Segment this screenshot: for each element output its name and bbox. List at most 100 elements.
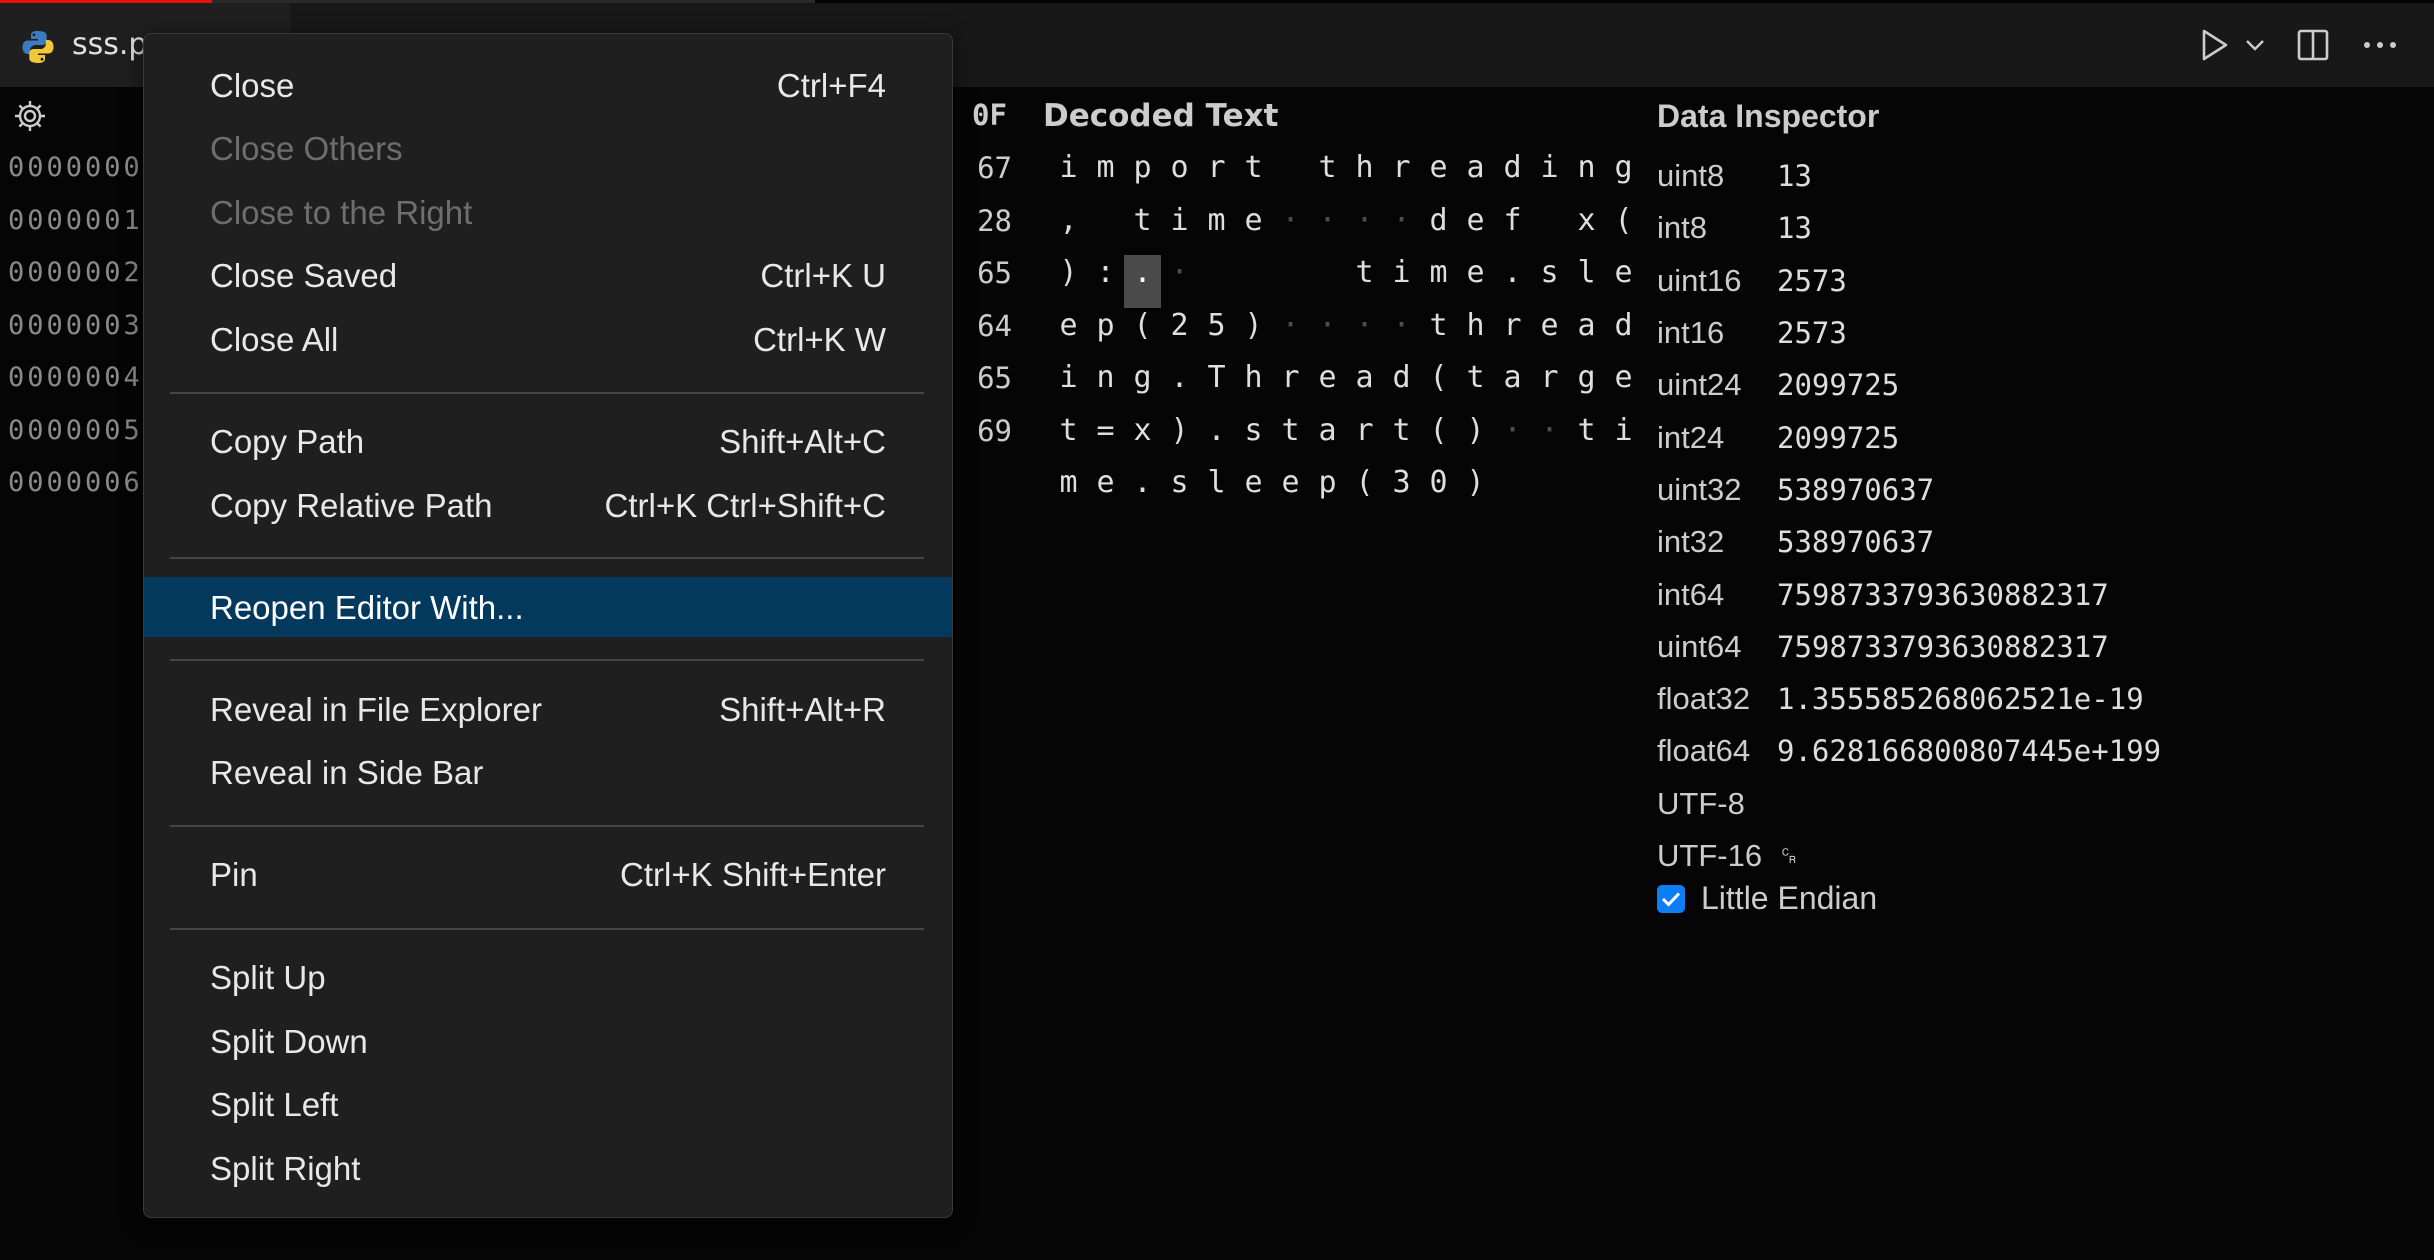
decoded-char[interactable]	[1309, 255, 1346, 308]
little-endian-toggle[interactable]: Little Endian	[1657, 880, 1877, 917]
decoded-char[interactable]: r	[1346, 413, 1383, 466]
decoded-char[interactable]	[1087, 203, 1124, 256]
inspector-value[interactable]: 13	[1777, 159, 1812, 193]
decoded-char[interactable]: )	[1457, 413, 1494, 466]
decoded-char[interactable]: p	[1087, 308, 1124, 361]
decoded-char[interactable]: ·	[1309, 203, 1346, 256]
decoded-char[interactable]: r	[1272, 360, 1309, 413]
decoded-char[interactable]: g	[1568, 360, 1605, 413]
hex-byte[interactable]: 28	[974, 203, 1012, 256]
inspector-value[interactable]: ␍	[1777, 839, 1800, 874]
decoded-char[interactable]: )	[1457, 465, 1494, 518]
decoded-char[interactable]: h	[1235, 360, 1272, 413]
menu-item-close-saved[interactable]: Close Saved Ctrl+K U	[144, 245, 952, 305]
hex-byte[interactable]: 69	[974, 413, 1012, 466]
decoded-char[interactable]: (	[1124, 308, 1161, 361]
decoded-char[interactable]: ,	[1050, 203, 1087, 256]
decoded-char[interactable]: e	[1309, 360, 1346, 413]
decoded-char[interactable]: t	[1309, 150, 1346, 203]
decoded-char[interactable]: a	[1457, 150, 1494, 203]
menu-item-reveal-in-side-bar[interactable]: Reveal in Side Bar	[144, 742, 952, 802]
decoded-char[interactable]: (	[1420, 360, 1457, 413]
decoded-char[interactable]: i	[1050, 150, 1087, 203]
decoded-char[interactable]: i	[1605, 413, 1642, 466]
inspector-value[interactable]: 13	[1777, 211, 1812, 245]
decoded-char[interactable]: g	[1605, 150, 1642, 203]
decoded-char[interactable]	[1272, 150, 1309, 203]
decoded-char[interactable]: T	[1198, 360, 1235, 413]
inspector-value[interactable]: 538970637	[1777, 473, 1934, 507]
decoded-char[interactable]	[1272, 255, 1309, 308]
decoded-char[interactable]: =	[1087, 413, 1124, 466]
inspector-value[interactable]: 2573	[1777, 316, 1847, 350]
menu-item-close[interactable]: Close Ctrl+F4	[144, 55, 952, 115]
decoded-char[interactable]: .	[1124, 465, 1161, 518]
decoded-char[interactable]	[1235, 255, 1272, 308]
decoded-char[interactable]: )	[1050, 255, 1087, 308]
menu-item-pin[interactable]: Pin Ctrl+K Shift+Enter	[144, 844, 952, 904]
decoded-char[interactable]: (	[1420, 413, 1457, 466]
menu-item-split-left[interactable]: Split Left	[144, 1074, 952, 1134]
decoded-char[interactable]: t	[1124, 203, 1161, 256]
menu-item-copy-path[interactable]: Copy Path Shift+Alt+C	[144, 411, 952, 471]
decoded-char[interactable]: t	[1457, 360, 1494, 413]
run-dropdown-button[interactable]	[2240, 3, 2270, 87]
decoded-char[interactable]: t	[1346, 255, 1383, 308]
menu-item-split-up[interactable]: Split Up	[144, 947, 952, 1007]
gear-icon[interactable]	[12, 98, 48, 134]
decoded-char[interactable]: i	[1531, 150, 1568, 203]
decoded-char[interactable]: m	[1050, 465, 1087, 518]
decoded-char[interactable]: o	[1161, 150, 1198, 203]
hex-byte[interactable]: 65	[974, 360, 1012, 413]
decoded-char[interactable]: ·	[1383, 203, 1420, 256]
decoded-char[interactable]: ·	[1531, 413, 1568, 466]
decoded-char[interactable]: e	[1235, 465, 1272, 518]
menu-item-split-right[interactable]: Split Right	[144, 1138, 952, 1198]
decoded-char[interactable]: t	[1050, 413, 1087, 466]
inspector-value[interactable]: 2099725	[1777, 421, 1899, 455]
decoded-char[interactable]: m	[1198, 203, 1235, 256]
decoded-char[interactable]: t	[1235, 150, 1272, 203]
menu-item-reveal-in-file-explorer[interactable]: Reveal in File Explorer Shift+Alt+R	[144, 679, 952, 739]
decoded-char[interactable]: t	[1383, 413, 1420, 466]
decoded-char[interactable]: a	[1494, 360, 1531, 413]
menu-item-split-down[interactable]: Split Down	[144, 1011, 952, 1071]
decoded-char[interactable]: e	[1457, 255, 1494, 308]
decoded-char[interactable]: m	[1087, 150, 1124, 203]
decoded-char[interactable]: .	[1161, 360, 1198, 413]
decoded-char[interactable]: x	[1568, 203, 1605, 256]
decoded-char[interactable]: .	[1198, 413, 1235, 466]
hex-byte[interactable]: 67	[974, 150, 1012, 203]
decoded-char[interactable]: i	[1050, 360, 1087, 413]
decoded-char[interactable]: e	[1087, 465, 1124, 518]
decoded-char[interactable]: d	[1383, 360, 1420, 413]
decoded-char[interactable]: a	[1346, 360, 1383, 413]
decoded-char[interactable]: g	[1124, 360, 1161, 413]
decoded-char[interactable]: ·	[1494, 413, 1531, 466]
inspector-value[interactable]: 538970637	[1777, 525, 1934, 559]
decoded-char[interactable]: t	[1420, 308, 1457, 361]
decoded-char[interactable]: ·	[1309, 308, 1346, 361]
decoded-char[interactable]: ·	[1346, 308, 1383, 361]
decoded-char[interactable]: n	[1087, 360, 1124, 413]
inspector-value[interactable]: 2099725	[1777, 368, 1899, 402]
decoded-char[interactable]: s	[1235, 413, 1272, 466]
decoded-char[interactable]: r	[1531, 360, 1568, 413]
decoded-char[interactable]: e	[1272, 465, 1309, 518]
inspector-value[interactable]: 7598733793630882317	[1777, 630, 2109, 664]
decoded-char[interactable]: .	[1494, 255, 1531, 308]
split-editor-button[interactable]	[2290, 3, 2336, 87]
decoded-char[interactable]: r	[1494, 308, 1531, 361]
decoded-char[interactable]: 3	[1383, 465, 1420, 518]
decoded-char[interactable]: ·	[1272, 203, 1309, 256]
decoded-char[interactable]	[1531, 203, 1568, 256]
decoded-char[interactable]: (	[1346, 465, 1383, 518]
decoded-char[interactable]: n	[1568, 150, 1605, 203]
decoded-char[interactable]: )	[1235, 308, 1272, 361]
more-actions-button[interactable]	[2355, 3, 2405, 87]
decoded-char[interactable]: d	[1494, 150, 1531, 203]
decoded-char[interactable]: .	[1124, 255, 1161, 308]
decoded-char[interactable]: p	[1309, 465, 1346, 518]
decoded-char[interactable]: e	[1235, 203, 1272, 256]
run-button[interactable]	[2190, 3, 2240, 87]
